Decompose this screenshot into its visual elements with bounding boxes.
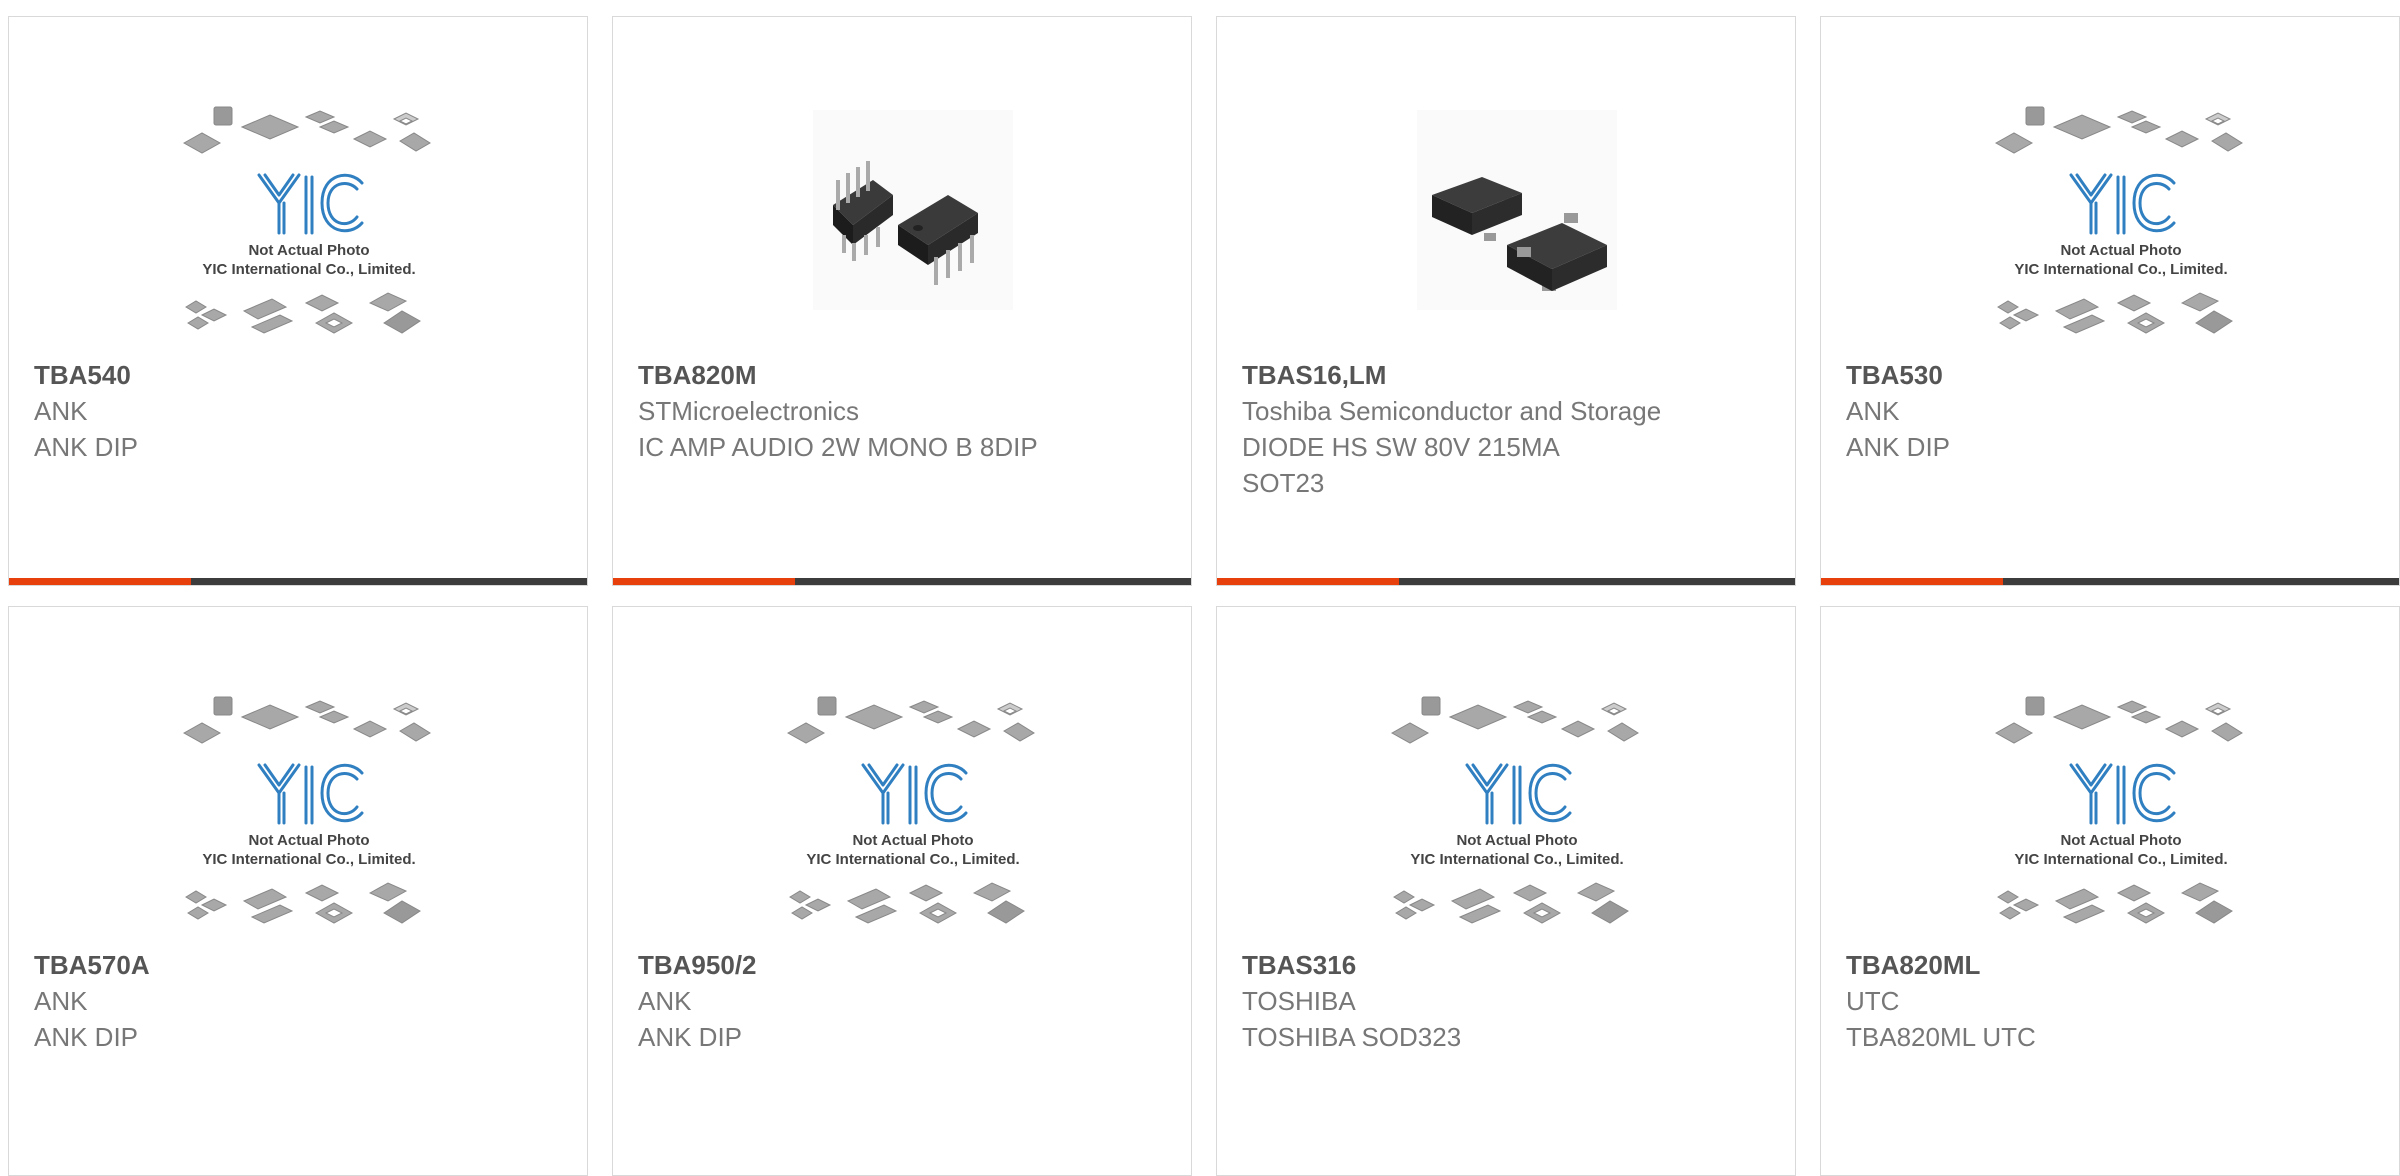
part-number-link[interactable]: TBA950/2 [638, 947, 1158, 983]
card-accent-bar [613, 578, 795, 585]
card-accent-bar [9, 578, 191, 585]
part-number-link[interactable]: TBA570A [34, 947, 554, 983]
svg-text:YIC International Co., Limited: YIC International Co., Limited. [202, 261, 415, 278]
product-card[interactable]: Not Actual Photo YIC International Co., … [612, 606, 1192, 1176]
product-image[interactable]: Not Actual Photo YIC International Co., … [174, 675, 444, 945]
product-info: TBAS316 TOSHIBA TOSHIBA SOD323 [1242, 947, 1762, 1055]
part-number-link[interactable]: TBA530 [1846, 357, 2366, 393]
part-number-link[interactable]: TBA820ML [1846, 947, 2366, 983]
sot23-chips-icon [1417, 110, 1617, 310]
part-number-link[interactable]: TBAS316 [1242, 947, 1762, 983]
description: ANK DIP [34, 432, 139, 462]
not-actual-photo-placeholder-icon: Not Actual Photo YIC International Co., … [1994, 696, 2243, 924]
card-bottom-bar [9, 578, 587, 585]
card-accent-bar [1821, 578, 2003, 585]
product-info: TBA820ML UTC TBA820ML UTC [1846, 947, 2366, 1055]
svg-text:Not Actual Photo: Not Actual Photo [852, 832, 973, 849]
svg-text:YIC International Co., Limited: YIC International Co., Limited. [202, 851, 415, 868]
product-info: TBA570A ANK ANK DIP [34, 947, 554, 1055]
card-accent-bar [1217, 578, 1399, 585]
svg-text:YIC International Co., Limited: YIC International Co., Limited. [806, 851, 1019, 868]
description: TOSHIBA SOD323 [1242, 1022, 1462, 1052]
product-card[interactable]: Not Actual Photo YIC International Co., … [8, 606, 588, 1176]
product-info: TBA540 ANK ANK DIP [34, 357, 554, 465]
product-image[interactable] [1382, 85, 1652, 355]
product-info: TBAS16,LM Toshiba Semiconductor and Stor… [1242, 357, 1762, 501]
not-actual-photo-placeholder-icon: Not Actual Photo YIC International Co., … [1390, 696, 1639, 924]
svg-text:Not Actual Photo: Not Actual Photo [248, 242, 369, 259]
description: ANK DIP [1846, 432, 1951, 462]
svg-text:Not Actual Photo: Not Actual Photo [2060, 242, 2181, 259]
description: ANK DIP [34, 1022, 139, 1052]
manufacturer: UTC [1846, 986, 1900, 1016]
part-number-link[interactable]: TBA540 [34, 357, 554, 393]
product-grid: Not Actual Photo YIC International Co., … [8, 16, 2400, 1176]
description: TBA820ML UTC [1846, 1022, 2036, 1052]
svg-text:Not Actual Photo: Not Actual Photo [2060, 832, 2181, 849]
product-image[interactable]: Not Actual Photo YIC International Co., … [1382, 675, 1652, 945]
card-bottom-bar [1217, 578, 1795, 585]
svg-text:YIC International Co., Limited: YIC International Co., Limited. [1410, 851, 1623, 868]
not-actual-photo-placeholder-icon: Not Actual Photo YIC International Co., … [1994, 106, 2243, 334]
manufacturer: ANK [638, 986, 692, 1016]
manufacturer: Toshiba Semiconductor and Storage [1242, 396, 1662, 426]
product-image[interactable]: Not Actual Photo YIC International Co., … [174, 85, 444, 355]
svg-text:Not Actual Photo: Not Actual Photo [248, 832, 369, 849]
product-card[interactable]: Not Actual Photo YIC International Co., … [1820, 16, 2400, 586]
product-image[interactable]: Not Actual Photo YIC International Co., … [1986, 85, 2256, 355]
product-card[interactable]: TBA820M STMicroelectronics IC AMP AUDIO … [612, 16, 1192, 586]
card-bottom-bar [1821, 578, 2399, 585]
product-card[interactable]: Not Actual Photo YIC International Co., … [1216, 606, 1796, 1176]
svg-text:YIC International Co., Limited: YIC International Co., Limited. [2014, 261, 2227, 278]
product-image[interactable]: Not Actual Photo YIC International Co., … [1986, 675, 2256, 945]
card-bottom-bar [613, 578, 1191, 585]
manufacturer: TOSHIBA [1242, 986, 1356, 1016]
dip-chips-icon [813, 110, 1013, 310]
manufacturer: ANK [1846, 396, 1900, 426]
product-card[interactable]: Not Actual Photo YIC International Co., … [8, 16, 588, 586]
description: ANK DIP [638, 1022, 743, 1052]
svg-text:YIC International Co., Limited: YIC International Co., Limited. [2014, 851, 2227, 868]
description: IC AMP AUDIO 2W MONO B 8DIP [638, 432, 1038, 462]
product-info: TBA820M STMicroelectronics IC AMP AUDIO … [638, 357, 1158, 465]
not-actual-photo-placeholder-icon: Not Actual Photo YIC International Co., … [786, 696, 1035, 924]
description: DIODE HS SW 80V 215MA SOT23 [1242, 432, 1559, 498]
product-info: TBA950/2 ANK ANK DIP [638, 947, 1158, 1055]
not-actual-photo-placeholder-icon: Not Actual Photo YIC International Co., … [182, 696, 431, 924]
product-image[interactable] [778, 85, 1048, 355]
part-number-link[interactable]: TBAS16,LM [1242, 357, 1762, 393]
product-image[interactable]: Not Actual Photo YIC International Co., … [778, 675, 1048, 945]
product-info: TBA530 ANK ANK DIP [1846, 357, 2366, 465]
manufacturer: ANK [34, 396, 88, 426]
part-number-link[interactable]: TBA820M [638, 357, 1158, 393]
manufacturer: STMicroelectronics [638, 396, 860, 426]
not-actual-photo-placeholder-icon: Not Actual Photo YIC International Co., … [182, 106, 431, 334]
product-card[interactable]: TBAS16,LM Toshiba Semiconductor and Stor… [1216, 16, 1796, 586]
manufacturer: ANK [34, 986, 88, 1016]
svg-text:Not Actual Photo: Not Actual Photo [1456, 832, 1577, 849]
product-card[interactable]: Not Actual Photo YIC International Co., … [1820, 606, 2400, 1176]
